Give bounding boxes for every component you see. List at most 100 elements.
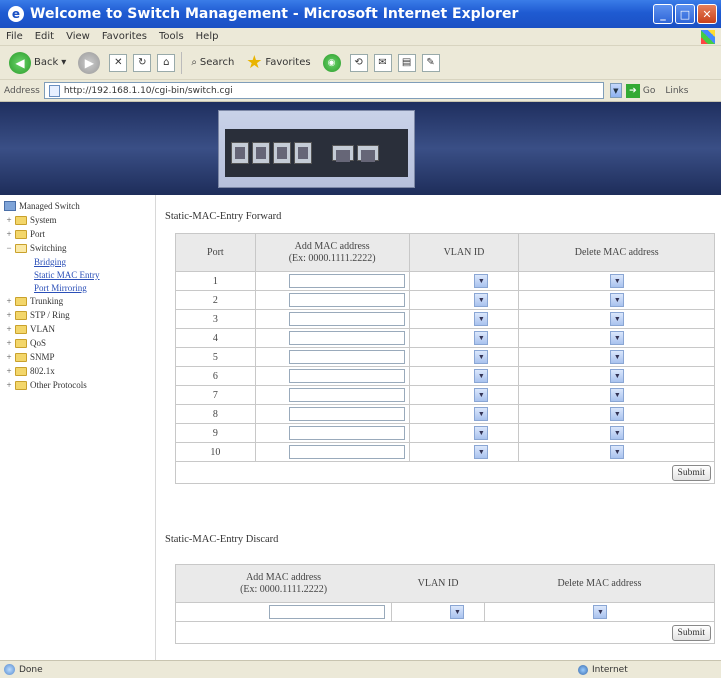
sidebar-item-snmp[interactable]: + SNMP xyxy=(0,350,155,364)
menu-edit[interactable]: Edit xyxy=(35,31,54,42)
mac-address-input[interactable] xyxy=(288,293,405,307)
mac-address-input[interactable] xyxy=(288,426,405,440)
delete-mac-select[interactable]: ▼ xyxy=(610,350,625,364)
discard-mac-input[interactable] xyxy=(268,605,385,619)
mac-address-input[interactable] xyxy=(288,388,405,402)
col-port-header: Port xyxy=(175,233,256,272)
address-input[interactable]: http://192.168.1.10/cgi-bin/switch.cgi xyxy=(43,82,604,99)
forward-submit-button[interactable]: Submit xyxy=(671,464,711,481)
go-button[interactable]: ➔ Go xyxy=(625,83,655,98)
menu-file[interactable]: File xyxy=(6,31,23,42)
sidebar-link-port-mirroring[interactable]: Port Mirroring xyxy=(0,281,155,294)
sidebar-item-system[interactable]: + System xyxy=(0,213,155,227)
mac-address-input[interactable] xyxy=(288,445,405,459)
sidebar-item-switching[interactable]: − Switching xyxy=(0,241,155,255)
sidebar-item-qos[interactable]: + QoS xyxy=(0,336,155,350)
delete-mac-select[interactable]: ▼ xyxy=(610,445,625,459)
search-button[interactable]: ⌕ Search xyxy=(188,50,237,76)
mac-address-input[interactable] xyxy=(288,331,405,345)
address-dropdown-icon[interactable]: ▼ xyxy=(609,83,622,98)
folder-icon xyxy=(15,310,27,320)
vlan-id-select[interactable]: ▼ xyxy=(474,312,489,326)
expand-plus-icon[interactable]: + xyxy=(4,324,14,334)
mac-address-input[interactable] xyxy=(288,312,405,326)
media-button[interactable]: ◉ xyxy=(320,50,344,76)
discard-submit-button[interactable]: Submit xyxy=(671,624,711,641)
menu-favorites[interactable]: Favorites xyxy=(102,31,147,42)
delete-mac-select[interactable]: ▼ xyxy=(610,407,625,421)
expand-plus-icon[interactable]: + xyxy=(4,215,14,225)
back-button[interactable]: ◀ Back ▾ xyxy=(6,50,69,76)
delete-mac-select[interactable]: ▼ xyxy=(610,331,625,345)
minimize-button[interactable]: _ xyxy=(653,4,673,24)
vlan-id-select[interactable]: ▼ xyxy=(474,369,489,383)
port-cell: 2 xyxy=(175,290,256,310)
open-folder-icon xyxy=(15,243,27,253)
sidebar-item-trunking[interactable]: + Trunking xyxy=(0,294,155,308)
sidebar-link-static-mac-entry[interactable]: Static MAC Entry xyxy=(0,268,155,281)
expand-plus-icon[interactable]: + xyxy=(4,229,14,239)
expand-plus-icon[interactable]: + xyxy=(4,352,14,362)
stop-icon[interactable]: ✕ xyxy=(109,53,128,72)
sidebar-item-label: QoS xyxy=(30,338,47,348)
expand-plus-icon[interactable]: + xyxy=(4,338,14,348)
sidebar-item-8021x[interactable]: + 802.1x xyxy=(0,364,155,378)
edit-icon[interactable]: ✎ xyxy=(421,53,440,72)
port-cell: 9 xyxy=(175,423,256,443)
vlan-id-select[interactable]: ▼ xyxy=(474,331,489,345)
browser-toolbar: ◀ Back ▾ ▶ ✕ ↻ ⌂ ⌕ Search ★ Favorites ◉ … xyxy=(0,46,721,80)
mac-address-input[interactable] xyxy=(288,274,405,288)
vlan-id-select[interactable]: ▼ xyxy=(474,293,489,307)
expand-plus-icon[interactable]: + xyxy=(4,380,14,390)
back-label: Back xyxy=(34,57,59,68)
vlan-id-select[interactable]: ▼ xyxy=(474,445,489,459)
expand-plus-icon[interactable]: + xyxy=(4,296,14,306)
links-label[interactable]: Links xyxy=(665,86,688,96)
tree-root[interactable]: Managed Switch xyxy=(0,199,155,213)
port-cell: 8 xyxy=(175,404,256,424)
forward-button[interactable]: ▶ xyxy=(75,50,103,76)
vlan-id-select[interactable]: ▼ xyxy=(474,388,489,402)
sidebar-item-port[interactable]: + Port xyxy=(0,227,155,241)
print-icon[interactable]: ▤ xyxy=(397,53,416,72)
vlan-id-select[interactable]: ▼ xyxy=(474,350,489,364)
delete-mac-select[interactable]: ▼ xyxy=(610,312,625,326)
delete-mac-select[interactable]: ▼ xyxy=(610,426,625,440)
col-delete-header: Delete MAC address xyxy=(518,233,715,272)
discard-vlan-select[interactable]: ▼ xyxy=(450,605,465,619)
vlan-id-select[interactable]: ▼ xyxy=(474,274,489,288)
sidebar-item-other-protocols[interactable]: + Other Protocols xyxy=(0,378,155,392)
sidebar-link-bridging[interactable]: Bridging xyxy=(0,255,155,268)
menu-tools[interactable]: Tools xyxy=(159,31,184,42)
sidebar-item-stp-ring[interactable]: + STP / Ring xyxy=(0,308,155,322)
forward-row: 3 ▼ ▼ xyxy=(175,309,715,329)
maximize-button[interactable]: □ xyxy=(675,4,695,24)
mail-icon[interactable]: ✉ xyxy=(373,53,392,72)
history-icon[interactable]: ⟲ xyxy=(349,53,368,72)
close-button[interactable]: ✕ xyxy=(697,4,717,24)
favorites-button[interactable]: ★ Favorites xyxy=(243,50,313,76)
delete-mac-select[interactable]: ▼ xyxy=(610,293,625,307)
delete-mac-select[interactable]: ▼ xyxy=(610,369,625,383)
discard-delete-select[interactable]: ▼ xyxy=(593,605,608,619)
expand-plus-icon[interactable]: + xyxy=(4,366,14,376)
mac-address-input[interactable] xyxy=(288,350,405,364)
port-cell: 7 xyxy=(175,385,256,405)
mac-address-input[interactable] xyxy=(288,407,405,421)
mac-header-line1: Add MAC address xyxy=(294,240,370,252)
port-icon xyxy=(332,145,354,162)
vlan-id-select[interactable]: ▼ xyxy=(474,426,489,440)
delete-mac-select[interactable]: ▼ xyxy=(610,388,625,402)
sidebar-item-vlan[interactable]: + VLAN xyxy=(0,322,155,336)
delete-mac-select[interactable]: ▼ xyxy=(610,274,625,288)
vlan-id-select[interactable]: ▼ xyxy=(474,407,489,421)
mac-address-input[interactable] xyxy=(288,369,405,383)
menu-view[interactable]: View xyxy=(66,31,90,42)
home-icon[interactable]: ⌂ xyxy=(157,53,176,72)
discard-mac-header-line1: Add MAC address xyxy=(246,571,322,583)
forward-section-title: Static-MAC-Entry Forward xyxy=(165,211,282,222)
refresh-icon[interactable]: ↻ xyxy=(133,53,152,72)
expand-plus-icon[interactable]: + xyxy=(4,310,14,320)
menu-help[interactable]: Help xyxy=(196,31,219,42)
collapse-minus-icon[interactable]: − xyxy=(4,243,14,253)
